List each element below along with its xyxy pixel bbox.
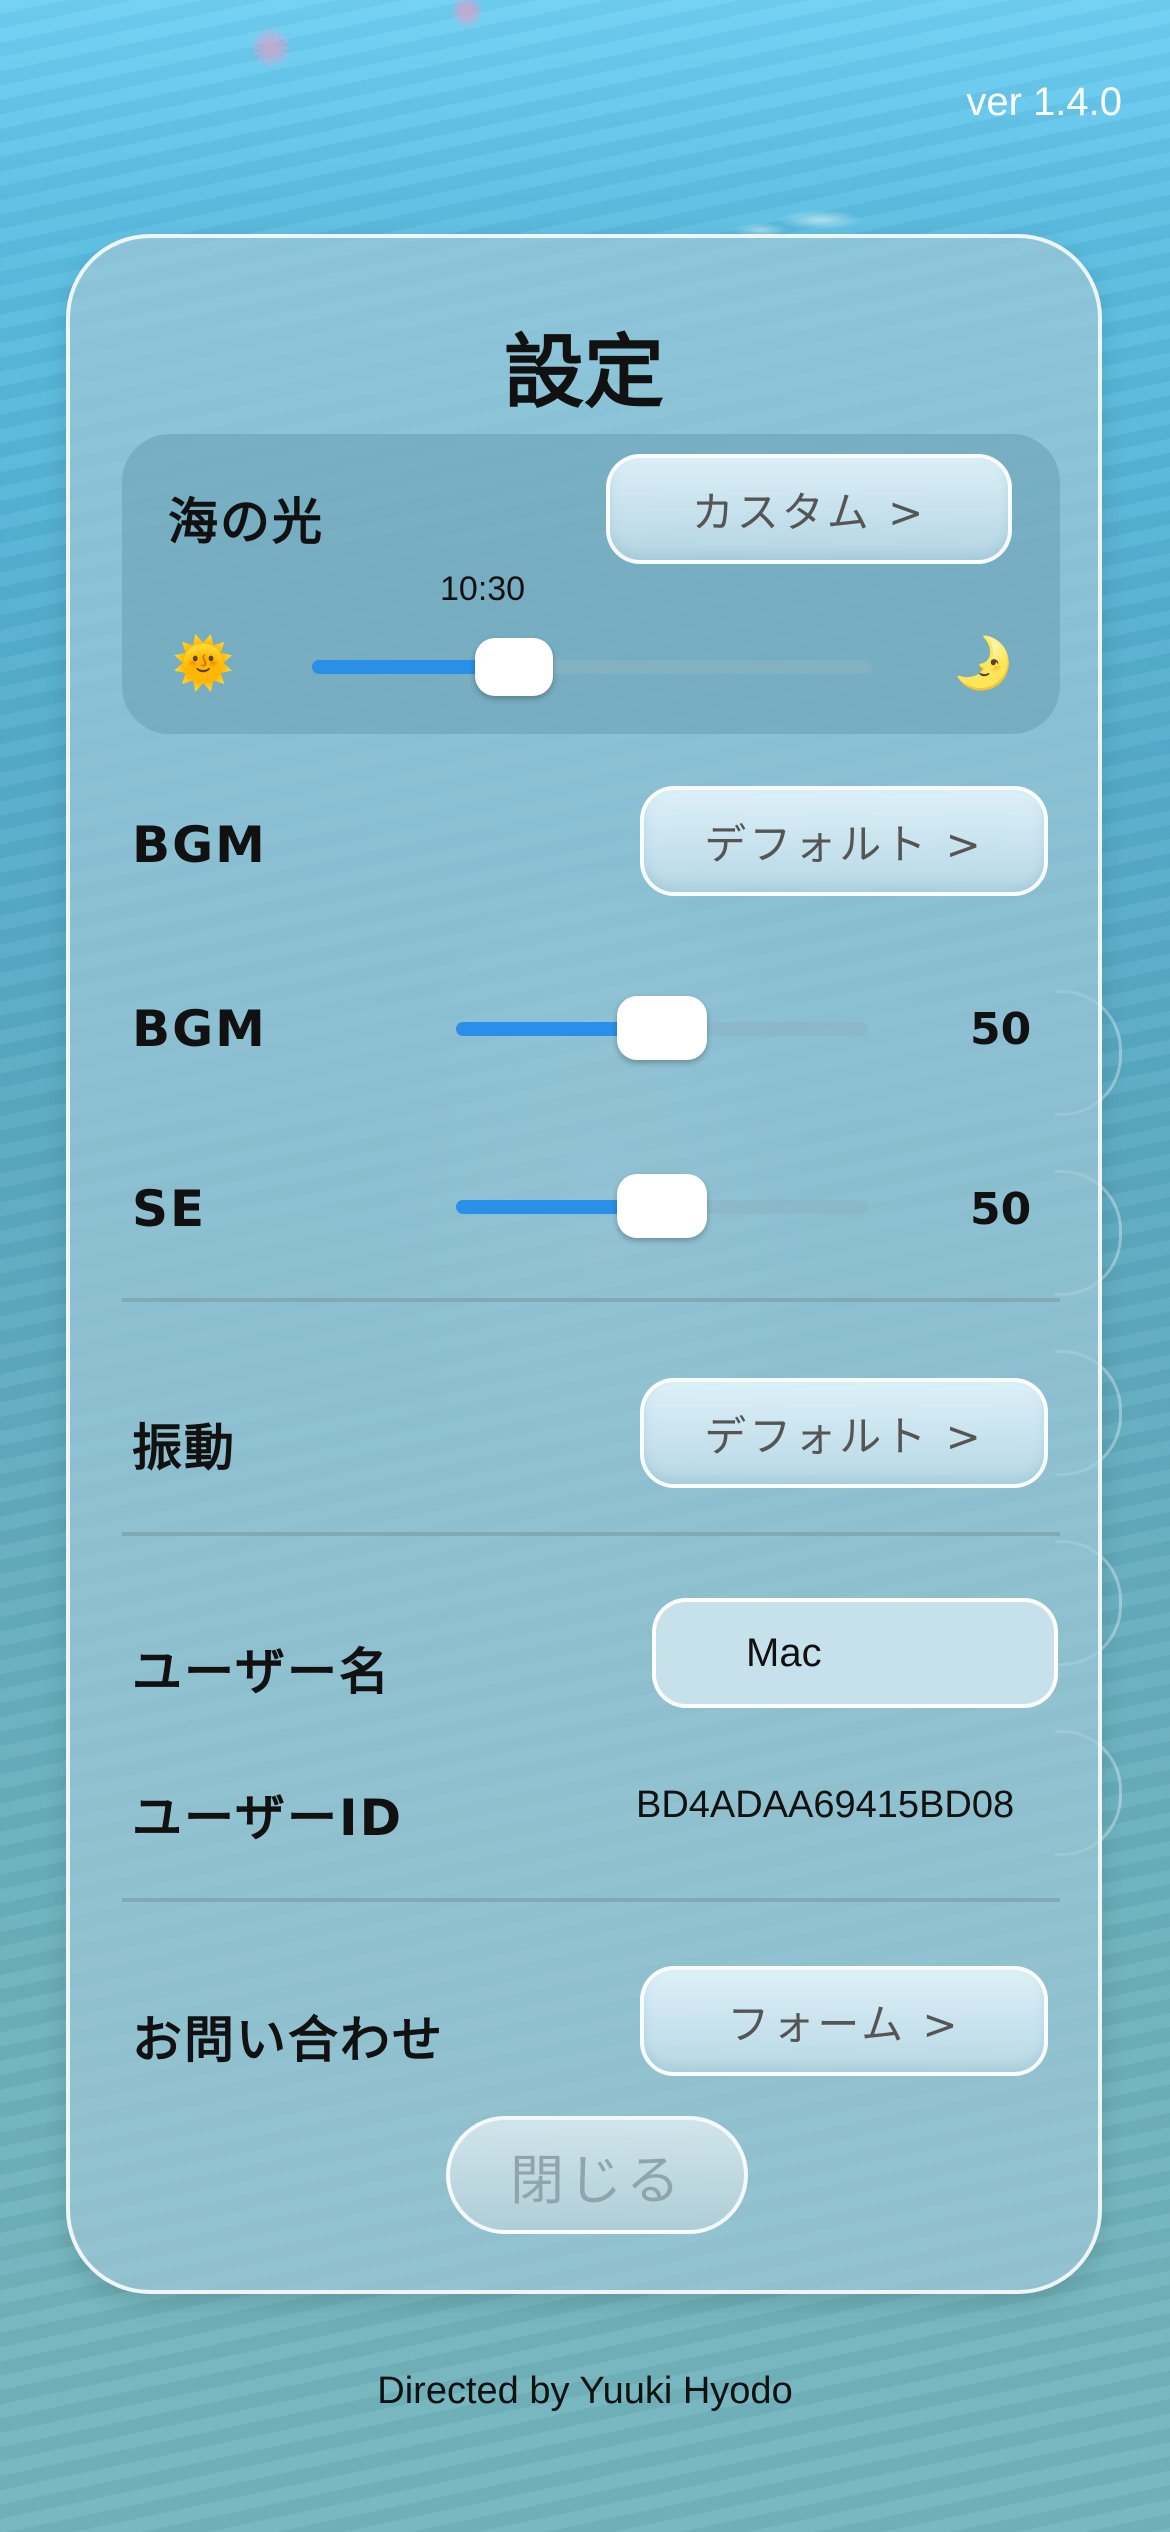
divider	[122, 1298, 1060, 1302]
contact-label: お問い合わせ	[132, 2011, 444, 2069]
divider	[122, 1898, 1060, 1902]
bgm-volume-slider[interactable]	[456, 996, 868, 1060]
custom-button[interactable]: カスタム >	[606, 454, 1012, 564]
footer-credit: Directed by Yuuki Hyodo	[377, 2370, 793, 2412]
user-id-value: BD4ADAA69415BD08	[636, 1784, 1015, 1826]
se-volume-slider[interactable]	[456, 1174, 868, 1238]
bgm-volume-label: BGM	[132, 1000, 267, 1058]
coral-decoration: ✺	[250, 20, 292, 78]
close-button[interactable]: 閉じる	[446, 2116, 748, 2234]
slider-thumb[interactable]	[474, 638, 553, 696]
moon-icon: 🌛	[952, 634, 1015, 692]
username-label: ユーザー名	[132, 1643, 391, 1701]
user-id-label: ユーザーID	[132, 1789, 404, 1847]
sun-icon: 🌞	[172, 634, 235, 692]
se-volume-value: 50	[970, 1184, 1032, 1235]
vibration-label: 振動	[132, 1419, 236, 1477]
settings-panel: 設定 海の光 カスタム > 10:30 🌞 🌛 BGM デフォルト > BGM …	[66, 234, 1102, 2294]
bgm-volume-value: 50	[970, 1004, 1032, 1055]
coral-decoration: ✺	[450, 0, 484, 36]
bgm-default-button[interactable]: デフォルト >	[640, 786, 1048, 896]
slider-thumb[interactable]	[617, 1174, 707, 1238]
username-input[interactable]: Mac	[652, 1598, 1058, 1708]
version-label: ver 1.4.0	[966, 80, 1122, 124]
slider-thumb[interactable]	[617, 996, 707, 1060]
vibration-default-button[interactable]: デフォルト >	[640, 1378, 1048, 1488]
time-label: 10:30	[440, 570, 526, 608]
contact-form-button[interactable]: フォーム >	[640, 1966, 1048, 2076]
sea-light-label: 海の光	[168, 493, 324, 551]
sea-light-slider[interactable]	[312, 638, 872, 696]
bgm-select-label: BGM	[132, 816, 267, 874]
divider	[122, 1532, 1060, 1536]
sea-light-section: 海の光 カスタム > 10:30 🌞 🌛	[122, 434, 1060, 734]
page-title: 設定	[504, 326, 664, 419]
se-volume-label: SE	[132, 1180, 207, 1238]
